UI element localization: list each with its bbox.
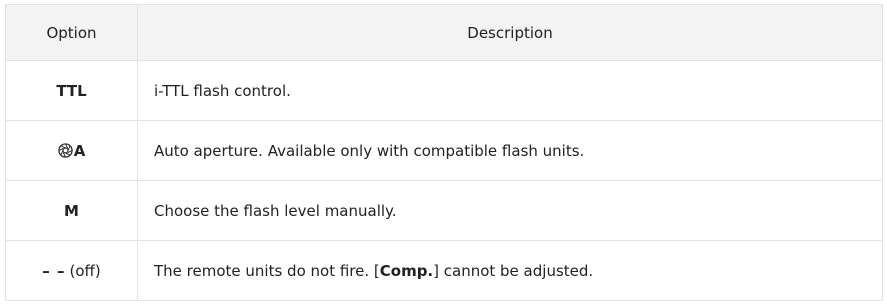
option-cell: M <box>5 180 138 241</box>
description-cell: i-TTL flash control. <box>137 60 883 121</box>
description-cell: The remote units do not fire. [Comp.] ca… <box>137 240 883 301</box>
description-cell: Auto aperture. Available only with compa… <box>137 120 883 181</box>
option-manual: M <box>64 201 79 220</box>
table-header-row: Option Description <box>5 4 883 61</box>
option-ttl: TTL <box>56 81 87 100</box>
table-row: – – (off) The remote units do not fire. [… <box>5 240 883 301</box>
description-text-after: ] cannot be adjusted. <box>433 261 594 280</box>
table-row: TTL i-TTL flash control. <box>5 60 883 121</box>
description-text: i-TTL flash control. <box>154 81 291 100</box>
flash-options-table: Option Description TTL i-TTL flash contr… <box>5 4 883 301</box>
description-cell: Choose the flash level manually. <box>137 180 883 241</box>
option-column-header: Option <box>5 4 138 61</box>
description-column-header: Description <box>137 4 883 61</box>
option-auto-aperture: A <box>73 141 86 160</box>
option-cell: – – (off) <box>5 240 138 301</box>
description-text-before: The remote units do not fire. [ <box>154 261 380 280</box>
option-cell: TTL <box>5 60 138 121</box>
aperture-icon <box>58 142 73 158</box>
comp-setting-label: Comp. <box>379 261 434 280</box>
option-cell: A <box>5 120 138 181</box>
table-row: A Auto aperture. Available only with com… <box>5 120 883 181</box>
table-row: M Choose the flash level manually. <box>5 180 883 241</box>
option-off-label: (off) <box>69 261 101 280</box>
description-text: Choose the flash level manually. <box>154 201 397 220</box>
description-text: Auto aperture. Available only with compa… <box>154 141 585 160</box>
option-off-dash: – – <box>42 261 66 280</box>
